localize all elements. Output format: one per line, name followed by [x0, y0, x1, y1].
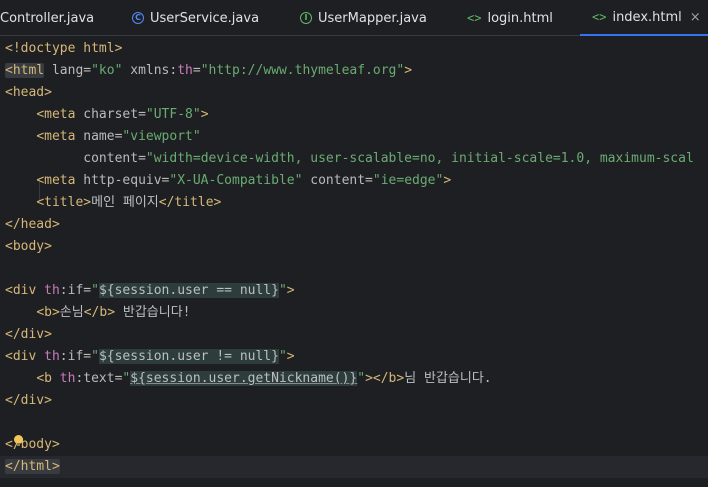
code-line[interactable]: <div th:if="${session.user == null}">	[0, 280, 708, 302]
code-line[interactable]: <html lang="ko" xmlns:th="http://www.thy…	[0, 60, 708, 82]
code-line[interactable]: </div>	[0, 390, 708, 412]
code-line-current[interactable]: </html>	[0, 456, 708, 478]
close-icon[interactable]: ×	[690, 10, 701, 25]
lightbulb-icon[interactable]	[14, 435, 23, 446]
tab-label: login.html	[487, 10, 553, 26]
html-tag-icon: <>	[592, 10, 607, 24]
html-tag-icon: <>	[467, 11, 482, 25]
code-line[interactable]: <!doctype html>	[0, 38, 708, 60]
code-line[interactable]: <b th:text="${session.user.getNickname()…	[0, 368, 708, 390]
tab-index-html[interactable]: <> index.html ×	[580, 0, 708, 36]
code-line[interactable]	[0, 412, 708, 434]
code-line[interactable]: </head>	[0, 214, 708, 236]
code-line[interactable]: <meta name="viewport"	[0, 126, 708, 148]
code-line[interactable]: <div th:if="${session.user != null}">	[0, 346, 708, 368]
code-line[interactable]: <meta http-equiv="X-UA-Compatible" conte…	[0, 170, 708, 192]
class-icon: C	[132, 12, 144, 24]
code-line[interactable]: content="width=device-width, user-scalab…	[0, 148, 708, 170]
code-line[interactable]: </div>	[0, 324, 708, 346]
tab-label: UserService.java	[150, 10, 260, 26]
code-line[interactable]: <head>	[0, 82, 708, 104]
tab-label: index.html	[612, 9, 682, 25]
editor-tab-bar: Controller.java C UserService.java I Use…	[0, 0, 708, 36]
tab-controller-java[interactable]: Controller.java	[0, 0, 94, 36]
code-editor[interactable]: <!doctype html> <html lang="ko" xmlns:th…	[0, 36, 708, 487]
tab-label: UserMapper.java	[318, 10, 427, 26]
code-line[interactable]: </body>	[0, 434, 708, 456]
code-line[interactable]: <title>메인 페이지</title>	[0, 192, 708, 214]
code-line[interactable]	[0, 258, 708, 280]
code-line[interactable]: <body>	[0, 236, 708, 258]
tab-login-html[interactable]: <> login.html	[467, 0, 553, 36]
tab-usermapper-java[interactable]: I UserMapper.java	[300, 0, 427, 36]
tab-userservice-java[interactable]: C UserService.java	[132, 0, 259, 36]
interface-icon: I	[300, 12, 312, 24]
code-line[interactable]: <b>손님</b> 반갑습니다!	[0, 302, 708, 324]
tab-label: Controller.java	[0, 10, 95, 26]
code-line[interactable]: <meta charset="UTF-8">	[0, 104, 708, 126]
